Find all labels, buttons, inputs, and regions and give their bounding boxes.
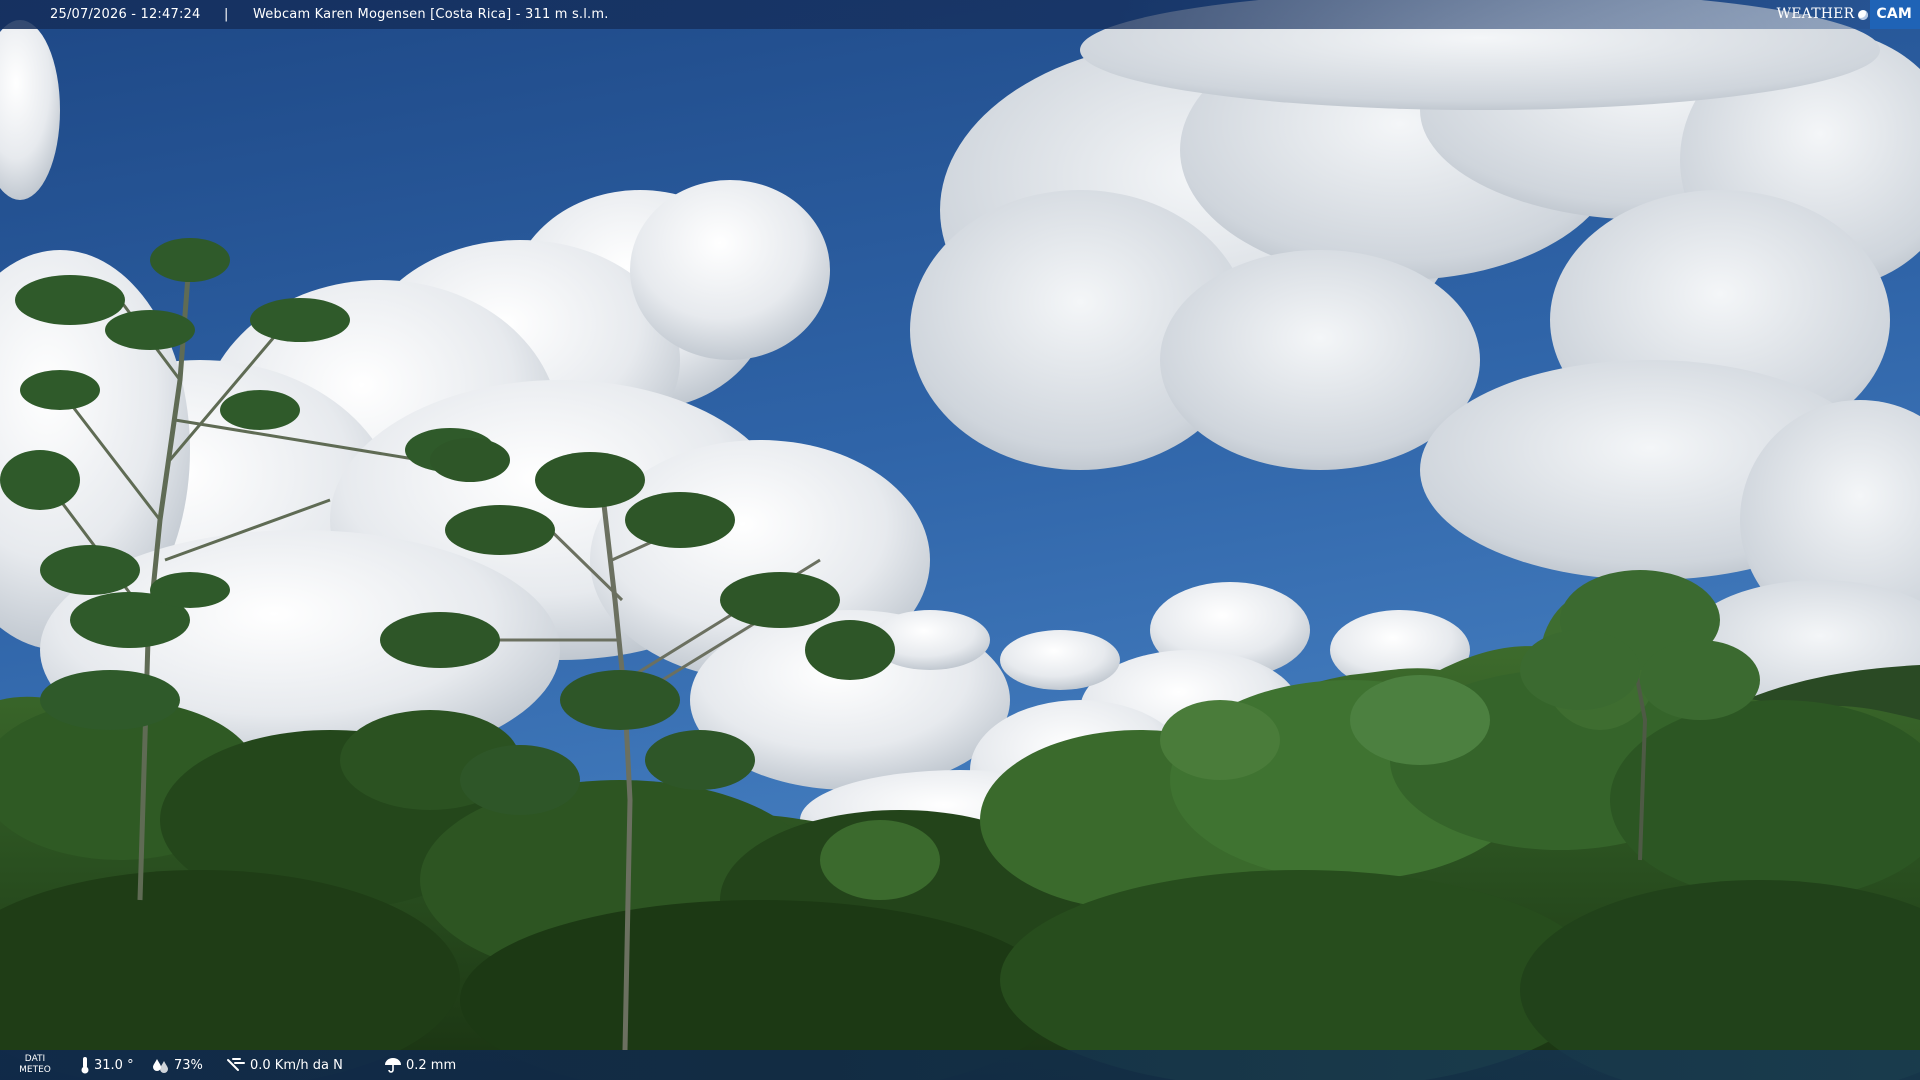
- wind-value: 0.0 Km/h da N: [250, 1057, 343, 1073]
- humidity-drop-icon: [152, 1057, 170, 1073]
- thermometer-icon: [80, 1056, 90, 1074]
- humidity-value: 73%: [174, 1057, 203, 1073]
- logo-weather-text: WEATHER: [1776, 6, 1855, 22]
- webcam-title: Webcam Karen Mogensen [Costa Rica] - 311…: [253, 7, 609, 22]
- temperature-value: 31.0 °: [94, 1057, 134, 1073]
- humidity-reading: 73%: [152, 1050, 203, 1080]
- rain-value: 0.2 mm: [406, 1057, 457, 1073]
- logo-dot-icon: [1858, 9, 1869, 20]
- webcam-image: [0, 0, 1920, 1080]
- wind-icon: [226, 1056, 246, 1074]
- separator: |: [224, 7, 229, 22]
- timestamp: 25/07/2026 - 12:47:24: [50, 7, 201, 22]
- top-info-bar: 25/07/2026 - 12:47:24 | Webcam Karen Mog…: [0, 0, 1920, 29]
- wind-reading: 0.0 Km/h da N: [226, 1050, 343, 1080]
- temperature-reading: 31.0 °: [80, 1050, 134, 1080]
- rain-reading: 0.2 mm: [384, 1050, 456, 1080]
- rain-umbrella-icon: [384, 1057, 402, 1073]
- bottom-weather-bar: DATI METEO 31.0 ° 73% 0.0 Km/h da N 0.2 …: [0, 1050, 1920, 1080]
- dati-meteo-label: DATI METEO: [19, 1054, 51, 1075]
- webcam-frame: 25/07/2026 - 12:47:24 | Webcam Karen Mog…: [0, 0, 1920, 1080]
- logo-cam-text: CAM: [1870, 0, 1920, 29]
- weathercam-logo: WEATHER CAM: [1777, 0, 1920, 29]
